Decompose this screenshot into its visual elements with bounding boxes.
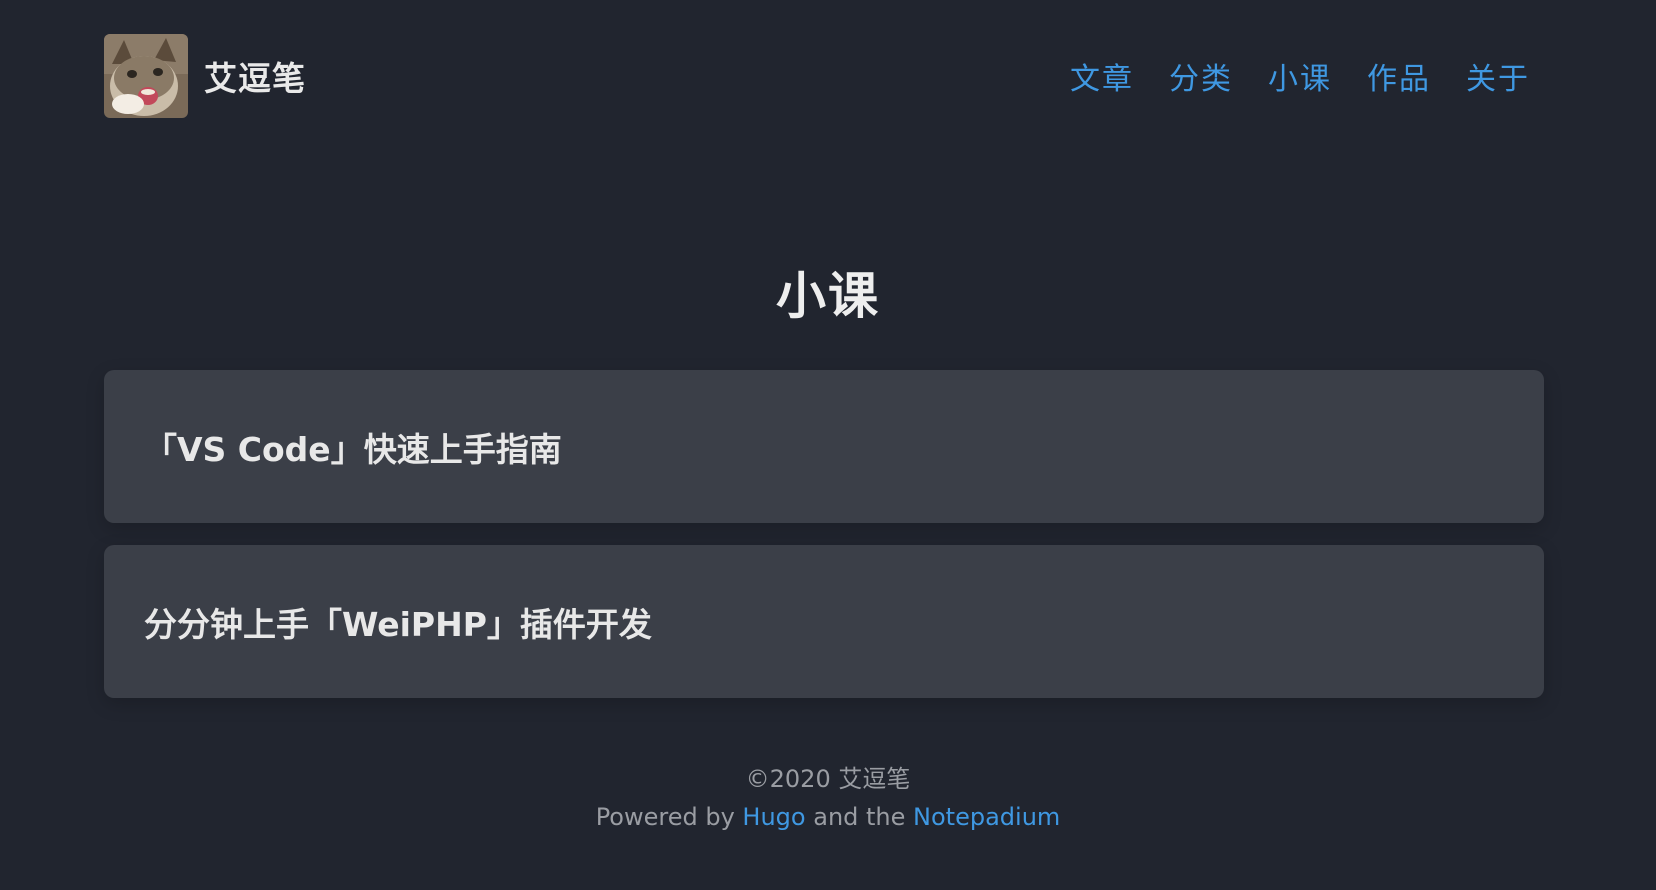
nav-item-about[interactable]: 关于 [1466,54,1530,98]
nav-item-courses[interactable]: 小课 [1268,54,1332,98]
main-nav: 文章 分类 小课 作品 关于 [1070,54,1530,98]
powered-by-line: Powered by Hugo and the Notepadium [0,798,1656,836]
course-title: 分分钟上手「WeiPHP」插件开发 [144,604,652,644]
notepadium-link[interactable]: Notepadium [913,803,1060,831]
hugo-link[interactable]: Hugo [742,803,805,831]
page-title: 小课 [776,267,880,325]
course-title: 「VS Code」快速上手指南 [144,429,562,469]
site-header: 艾逗笔 文章 分类 小课 作品 关于 [104,34,1552,118]
nav-item-articles[interactable]: 文章 [1070,54,1134,98]
brand-home-link[interactable]: 艾逗笔 [104,34,306,118]
cat-avatar-icon [104,34,188,118]
course-card[interactable]: 分分钟上手「WeiPHP」插件开发 [104,545,1544,698]
powered-prefix: Powered by [595,803,743,831]
nav-item-works[interactable]: 作品 [1367,54,1431,98]
site-title: 艾逗笔 [204,59,306,98]
course-card[interactable]: 「VS Code」快速上手指南 [104,370,1544,523]
site-footer: ©2020 艾逗笔 Powered by Hugo and the Notepa… [0,760,1656,836]
and-the-text: and the [805,803,914,831]
nav-item-categories[interactable]: 分类 [1169,54,1233,98]
copyright-text: ©2020 艾逗笔 [745,765,911,793]
